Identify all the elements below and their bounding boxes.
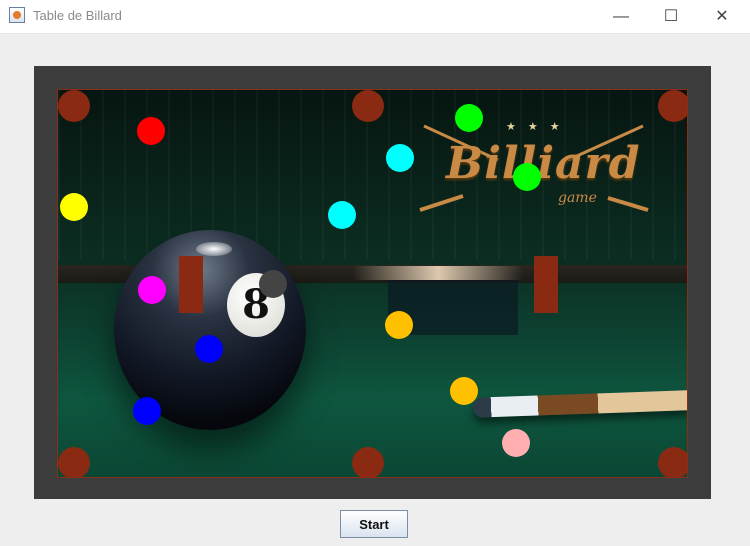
ball-orange[interactable] [385, 311, 413, 339]
ball-blue[interactable] [195, 335, 223, 363]
bumper-left [179, 256, 203, 313]
pocket-top-left [58, 90, 90, 122]
ball-pink[interactable] [502, 429, 530, 457]
ball-dark-gray[interactable] [259, 270, 287, 298]
ball-green[interactable] [513, 163, 541, 191]
ball-cyan[interactable] [328, 201, 356, 229]
title-bar: Table de Billard — ☐ ✕ [0, 0, 750, 34]
minimize-icon[interactable]: — [598, 0, 644, 33]
logo-subtitle: game [558, 190, 597, 206]
java-app-icon [9, 7, 25, 23]
billiard-table[interactable]: 8 ★★★ Billiard game [57, 89, 688, 478]
pocket-top-right [658, 90, 687, 122]
cue-stick-image [472, 390, 687, 418]
pocket-top-middle [352, 90, 384, 122]
ball-green[interactable] [455, 104, 483, 132]
ball-orange[interactable] [450, 377, 478, 405]
start-button[interactable]: Start [340, 510, 408, 538]
pocket-bottom-middle [352, 447, 384, 477]
pocket-bottom-left [58, 447, 90, 477]
logo-title: Billiard [446, 138, 641, 189]
ball-red[interactable] [137, 117, 165, 145]
ball-magenta[interactable] [138, 276, 166, 304]
pocket-bottom-right [658, 447, 687, 477]
bumper-right [534, 256, 558, 313]
maximize-icon[interactable]: ☐ [648, 0, 694, 33]
background-light-reflection [353, 266, 523, 280]
window-title: Table de Billard [33, 8, 122, 23]
eight-ball-shine [196, 242, 232, 256]
ball-cyan[interactable] [386, 144, 414, 172]
close-icon[interactable]: ✕ [699, 0, 745, 33]
ball-yellow[interactable] [60, 193, 88, 221]
ball-blue[interactable] [133, 397, 161, 425]
